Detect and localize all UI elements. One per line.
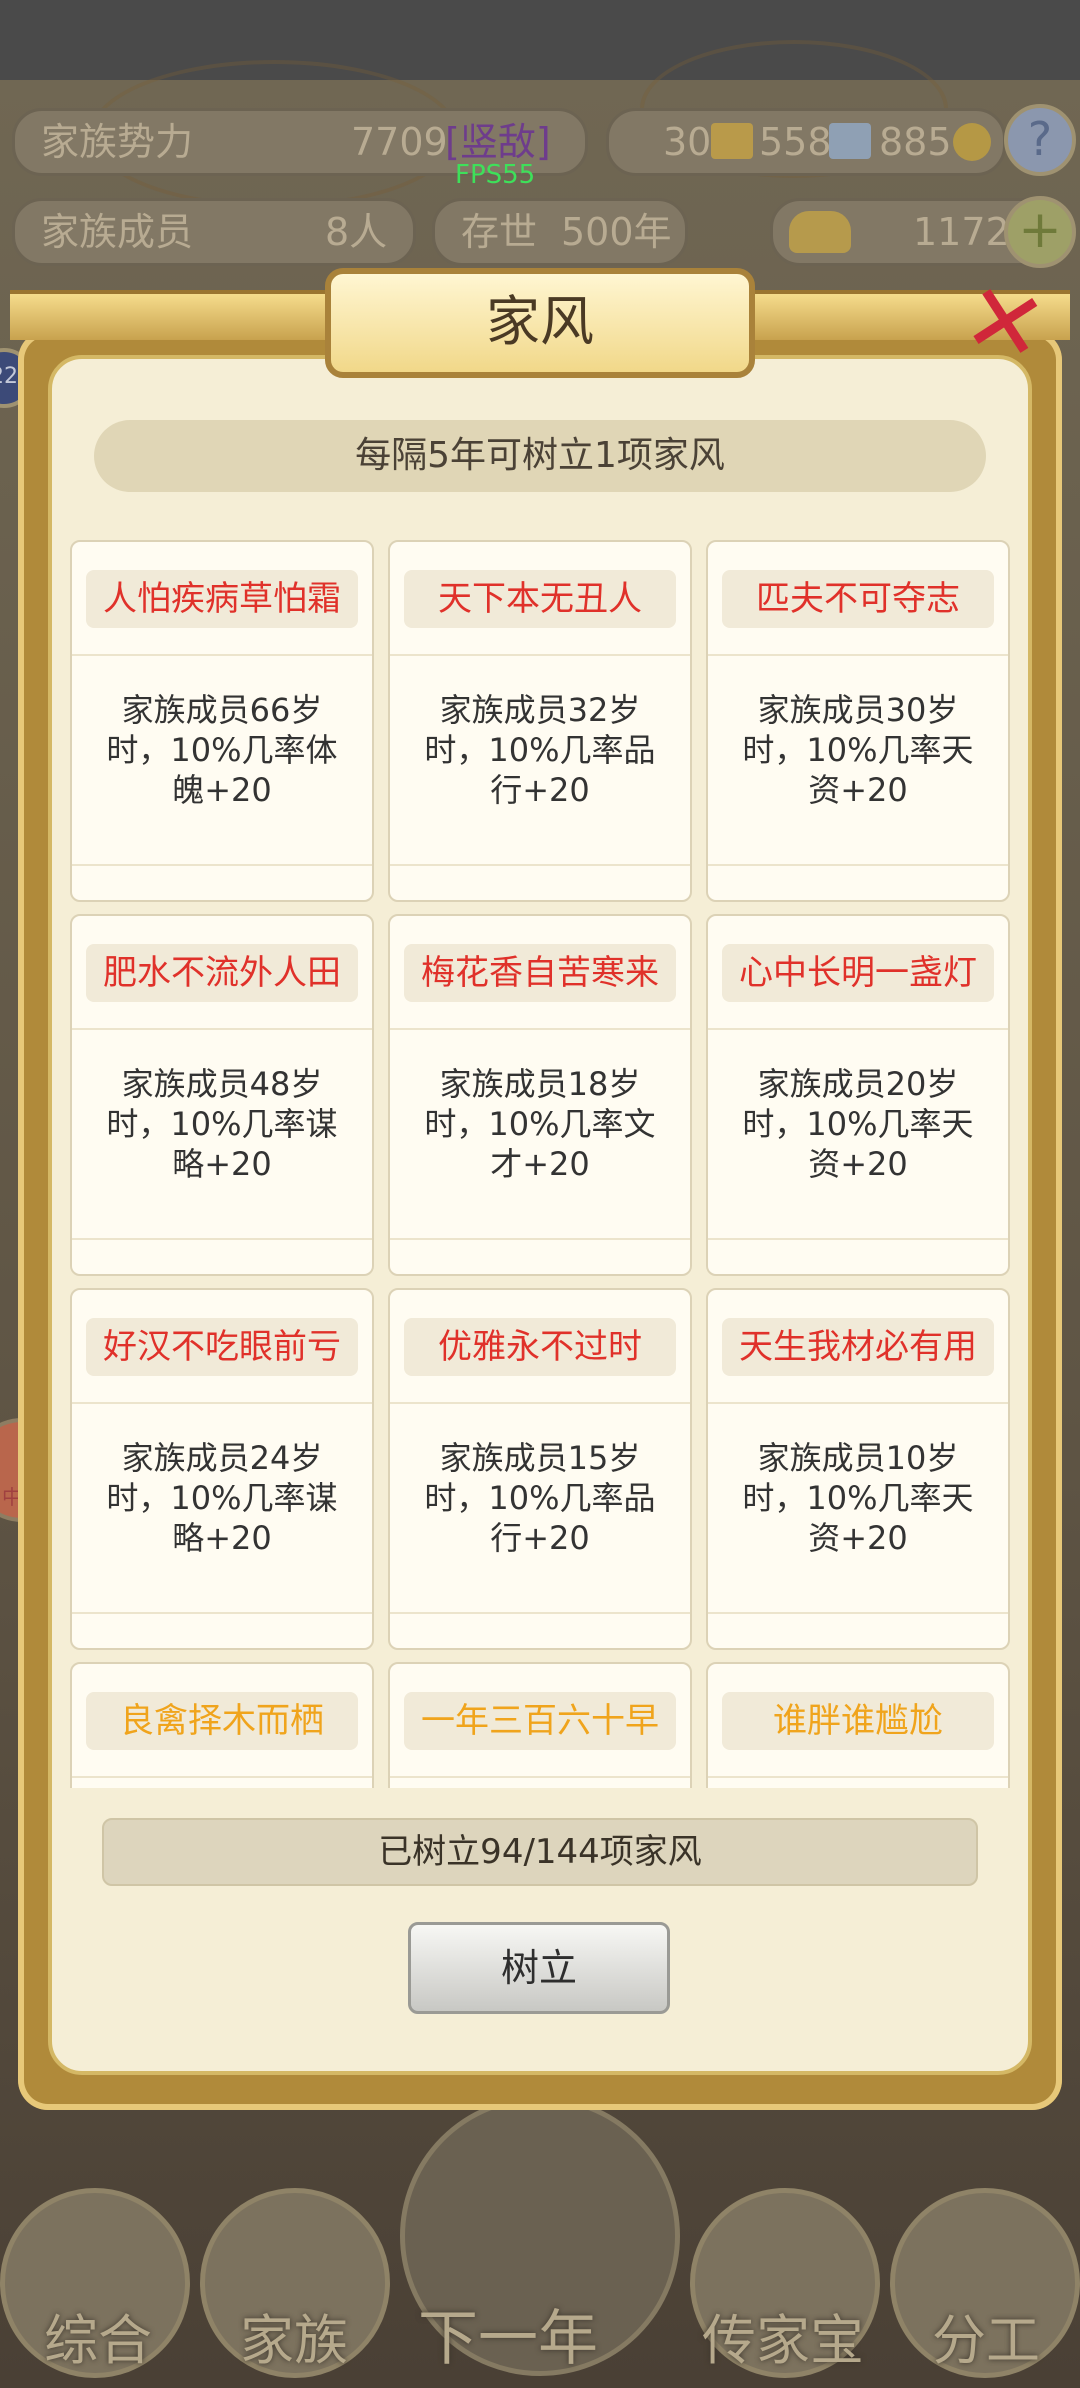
nav-heirloom[interactable]: 传家宝: [702, 2296, 864, 2375]
motto-name: 梅花香自苦寒来: [404, 944, 676, 1002]
motto-effect: 家族成员48岁时，10%几率谋略+20: [106, 1065, 338, 1183]
family-members-value: 8人: [325, 210, 388, 254]
card-divider: [708, 1238, 1008, 1240]
card-divider: [72, 654, 372, 656]
motto-name: 良禽择木而栖: [86, 1692, 358, 1750]
card-divider: [708, 654, 1008, 656]
motto-progress: 已树立94/144项家风: [102, 1818, 978, 1886]
motto-effect: 家族成员24岁时，10%几率谋略+20: [106, 1439, 338, 1557]
existence-value: 500年: [561, 210, 672, 254]
card-divider: [708, 864, 1008, 866]
motto-card[interactable]: 匹夫不可夺志 家族成员30岁时，10%几率天资+20: [706, 540, 1010, 902]
motto-card[interactable]: 肥水不流外人田 家族成员48岁时，10%几率谋略+20: [70, 914, 374, 1276]
card-divider: [390, 1402, 690, 1404]
motto-card[interactable]: 梅花香自苦寒来 家族成员18岁时，10%几率文才+20: [388, 914, 692, 1276]
card-divider: [390, 654, 690, 656]
card-divider: [708, 1776, 1008, 1778]
card-divider: [72, 1612, 372, 1614]
add-ingot-button[interactable]: +: [1004, 196, 1076, 268]
motto-name: 天下本无丑人: [404, 570, 676, 628]
card-divider: [390, 1028, 690, 1030]
coin-icon: [953, 123, 991, 161]
motto-card[interactable]: 优雅永不过时 家族成员15岁时，10%几率品行+20: [388, 1288, 692, 1650]
motto-name: 人怕疾病草怕霜: [86, 570, 358, 628]
card-divider: [72, 864, 372, 866]
silver-bar-icon: [829, 123, 871, 159]
card-divider: [708, 1028, 1008, 1030]
currency-panel: 30 558 885: [606, 108, 1006, 176]
close-icon[interactable]: ✕: [940, 258, 1070, 388]
family-power-value: 7709: [351, 120, 448, 164]
motto-name: 心中长明一盏灯: [722, 944, 994, 1002]
card-divider: [390, 1238, 690, 1240]
motto-effect: 家族成员10岁时，10%几率天资+20: [742, 1439, 974, 1557]
motto-effect: 家族成员32岁时，10%几率品行+20: [424, 691, 656, 809]
nav-family[interactable]: 家族: [240, 2296, 348, 2375]
existence-panel: 存世 500年: [432, 198, 688, 266]
motto-name: 匹夫不可夺志: [722, 570, 994, 628]
silver-bar-count: 558: [759, 120, 832, 164]
gold-ingot-icon: [789, 211, 851, 253]
card-divider: [708, 1612, 1008, 1614]
motto-card[interactable]: 天生我材必有用 家族成员10岁时，10%几率天资+20: [706, 1288, 1010, 1650]
card-divider: [72, 1776, 372, 1778]
motto-effect: 家族成员18岁时，10%几率文才+20: [424, 1065, 656, 1183]
motto-name: 优雅永不过时: [404, 1318, 676, 1376]
card-divider: [72, 1028, 372, 1030]
motto-card-locked[interactable]: 一年三百六十早: [388, 1662, 692, 1788]
motto-effect: 家族成员66岁时，10%几率体魄+20: [106, 691, 338, 809]
dialog-title: 家风: [325, 268, 755, 378]
card-divider: [390, 864, 690, 866]
family-motto-grid[interactable]: 人怕疾病草怕霜 家族成员66岁时，10%几率体魄+20 天下本无丑人 家族成员3…: [66, 530, 1014, 1788]
family-members-panel[interactable]: 家族成员 8人: [12, 198, 416, 266]
motto-card[interactable]: 天下本无丑人 家族成员32岁时，10%几率品行+20: [388, 540, 692, 902]
fps-counter: FPS55: [455, 160, 536, 190]
motto-effect: 家族成员20岁时，10%几率天资+20: [742, 1065, 974, 1183]
motto-card-locked[interactable]: 谁胖谁尴尬: [706, 1662, 1010, 1788]
title-ribbon-left: [10, 290, 330, 340]
family-power-label: 家族势力: [41, 120, 194, 164]
card-divider: [72, 1238, 372, 1240]
establish-button[interactable]: 树立: [408, 1922, 670, 2014]
motto-card[interactable]: 人怕疾病草怕霜 家族成员66岁时，10%几率体魄+20: [70, 540, 374, 902]
motto-name: 一年三百六十早: [404, 1692, 676, 1750]
existence-label: 存世: [461, 210, 538, 254]
gold-bar-icon: [711, 123, 753, 159]
motto-card[interactable]: 心中长明一盏灯 家族成员20岁时，10%几率天资+20: [706, 914, 1010, 1276]
family-members-label: 家族成员: [41, 210, 194, 254]
motto-effect: 家族成员15岁时，10%几率品行+20: [424, 1439, 656, 1557]
card-divider: [390, 1612, 690, 1614]
help-button[interactable]: ?: [1004, 104, 1076, 176]
motto-name: 谁胖谁尴尬: [722, 1692, 994, 1750]
nav-assignment[interactable]: 分工: [932, 2296, 1040, 2375]
card-divider: [708, 1402, 1008, 1404]
card-divider: [72, 1402, 372, 1404]
motto-card-locked[interactable]: 良禽择木而栖: [70, 1662, 374, 1788]
motto-effect: 家族成员30岁时，10%几率天资+20: [742, 691, 974, 809]
card-divider: [390, 1776, 690, 1778]
motto-name: 肥水不流外人田: [86, 944, 358, 1002]
ingot-count: 1172: [913, 210, 1010, 254]
coin-count: 885: [879, 120, 952, 164]
dialog-notice: 每隔5年可树立1项家风: [94, 420, 986, 492]
motto-name: 好汉不吃眼前亏: [86, 1318, 358, 1376]
motto-name: 天生我材必有用: [722, 1318, 994, 1376]
nav-next-year[interactable]: 下一年: [418, 2290, 598, 2377]
gold-bar-count: 30: [663, 120, 712, 164]
motto-card[interactable]: 好汉不吃眼前亏 家族成员24岁时，10%几率谋略+20: [70, 1288, 374, 1650]
nav-overview[interactable]: 综合: [44, 2296, 152, 2375]
